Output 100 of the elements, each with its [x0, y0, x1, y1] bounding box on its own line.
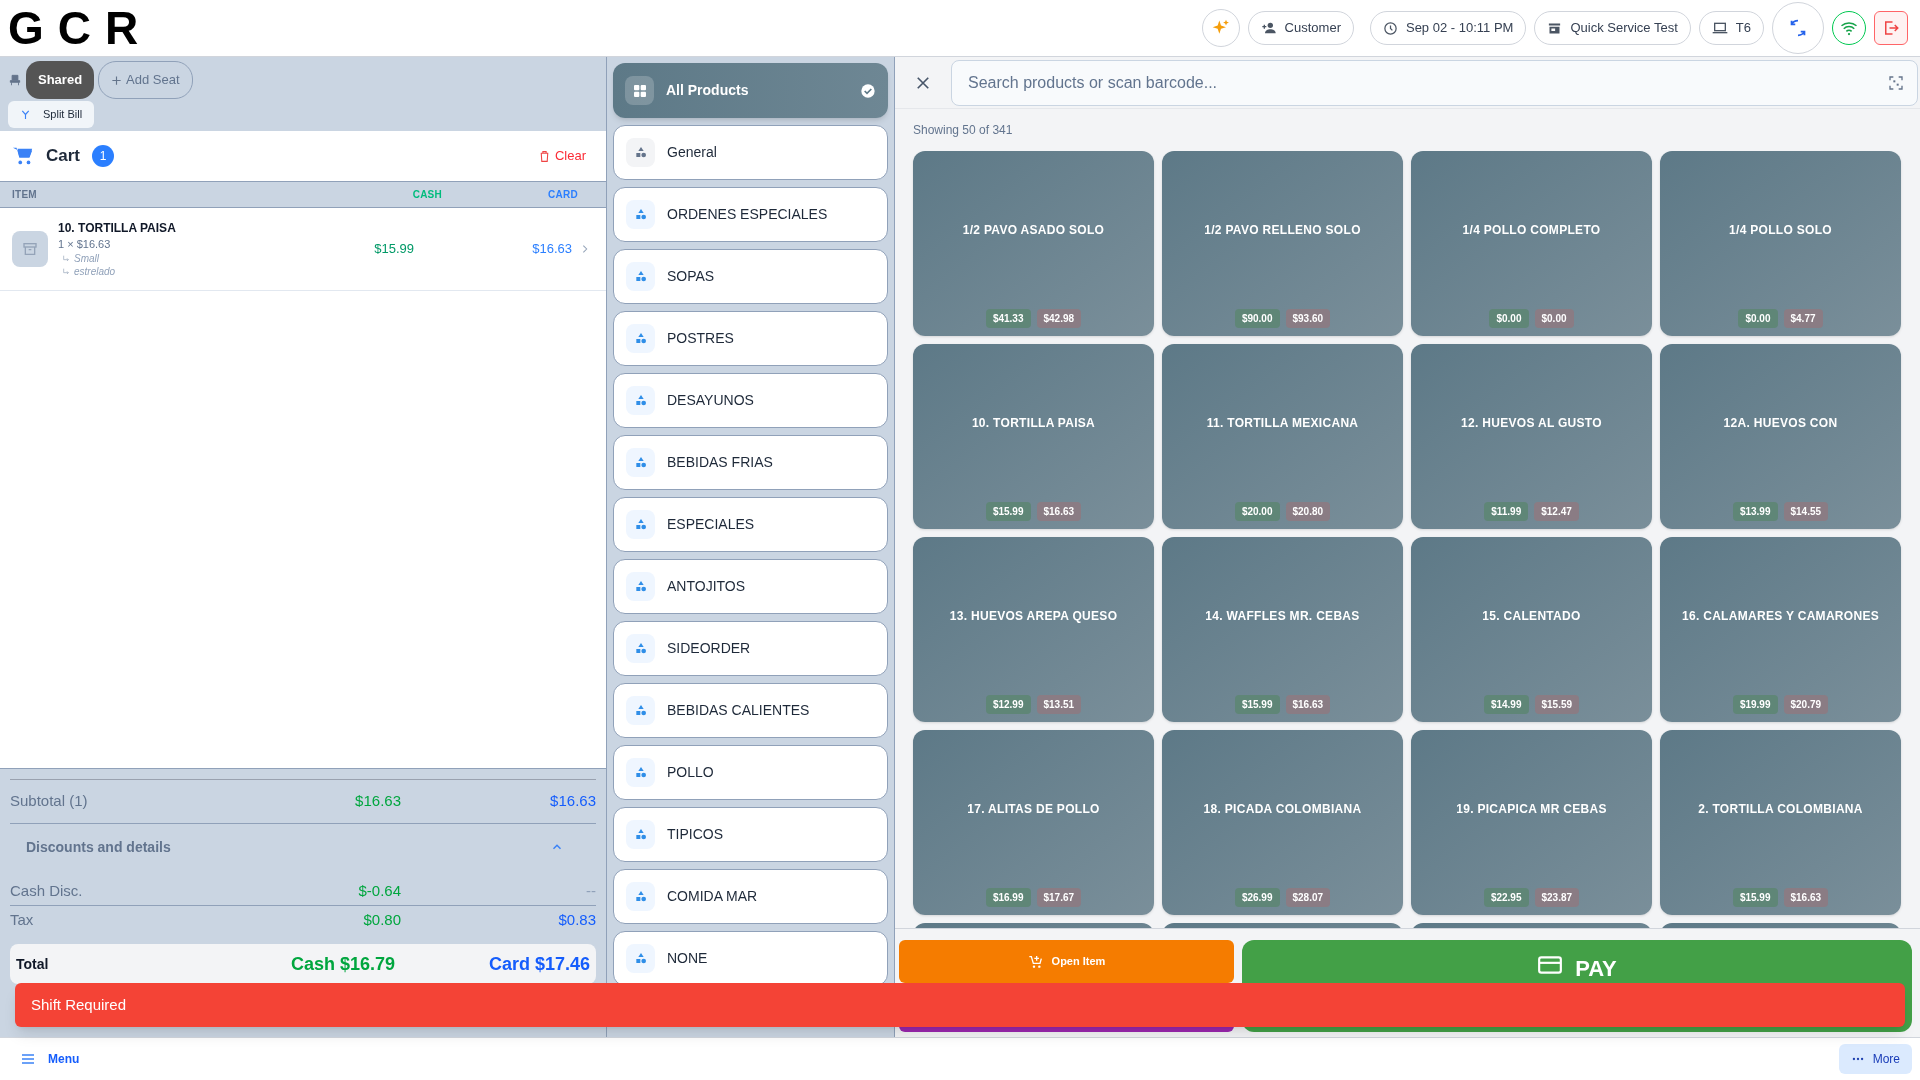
card-price: $42.98 — [1036, 309, 1082, 328]
split-icon — [20, 109, 31, 120]
customer-button[interactable]: Customer — [1247, 11, 1354, 45]
card-price: $4.77 — [1783, 309, 1823, 328]
card-price: $93.60 — [1285, 309, 1331, 328]
refresh-button[interactable] — [1772, 2, 1824, 54]
category-button[interactable]: BEBIDAS CALIENTES — [613, 683, 888, 738]
seat-tab[interactable]: Shared — [26, 61, 95, 99]
open-item-button[interactable]: Open Item — [899, 940, 1234, 983]
product-card[interactable]: 10. TORTILLA PAISA $15.99 $16.63 — [913, 344, 1154, 529]
showing-count: Showing 50 of 341 — [912, 122, 1014, 139]
wifi-icon — [1840, 19, 1858, 37]
card-price: $12.47 — [1534, 502, 1579, 521]
card-price: $13.51 — [1036, 695, 1082, 714]
card-price: $20.80 — [1285, 502, 1331, 521]
cash-price: $15.99 — [985, 502, 1031, 521]
product-card[interactable]: 12. HUEVOS AL GUSTO $11.99 $12.47 — [1411, 344, 1652, 529]
category-button[interactable]: ORDENES ESPECIALES — [613, 187, 888, 242]
tax-label: Tax — [10, 909, 35, 930]
cash-price: $11.99 — [1484, 502, 1529, 521]
more-button[interactable]: More — [1838, 1044, 1912, 1074]
category-button[interactable]: All Products — [613, 63, 888, 118]
product-card[interactable]: 17. ALITAS DE POLLO $16.99 $17.67 — [913, 730, 1154, 915]
logout-button[interactable] — [1874, 11, 1908, 45]
product-card[interactable]: 18. PICADA COLOMBIANA $26.99 $28.07 — [1162, 730, 1403, 915]
cart-title: Cart — [46, 145, 80, 168]
card-price: $23.87 — [1534, 888, 1580, 907]
cash-price: $15.99 — [1732, 888, 1778, 907]
category-button[interactable]: ESPECIALES — [613, 497, 888, 552]
item-name: 10. TORTILLA PAISA — [58, 220, 177, 236]
menu-button[interactable]: Menu — [20, 1050, 80, 1068]
seat-icon — [8, 73, 22, 87]
category-button[interactable]: General — [613, 125, 888, 180]
cash-price: $20.00 — [1234, 502, 1280, 521]
plus-icon — [111, 74, 123, 86]
product-card[interactable]: 1/4 POLLO SOLO $0.00 $4.77 — [1660, 151, 1901, 336]
clear-button[interactable]: Clear — [537, 146, 586, 166]
category-button[interactable]: POLLO — [613, 745, 888, 800]
discounts-toggle[interactable]: Discounts and details — [10, 824, 596, 870]
wifi-button[interactable] — [1832, 11, 1866, 45]
item-modifier: estrelado — [74, 265, 116, 278]
product-card[interactable]: 1/2 PAVO ASADO SOLO $41.33 $42.98 — [913, 151, 1154, 336]
cash-price: $19.99 — [1732, 695, 1778, 714]
product-card[interactable]: 14. WAFFLES MR. CEBAS $15.99 $16.63 — [1162, 537, 1403, 722]
column-header: CARD — [547, 188, 579, 202]
mode-button[interactable]: Quick Service Test — [1534, 11, 1691, 45]
cash-price: $90.00 — [1234, 309, 1280, 328]
product-card[interactable]: 15. CALENTADO $14.99 $15.59 — [1411, 537, 1652, 722]
cash-price: $22.95 — [1483, 888, 1529, 907]
terminal-button[interactable]: T6 — [1698, 11, 1764, 45]
category-button[interactable]: TIPICOS — [613, 807, 888, 862]
split-bill-button[interactable]: Split Bill — [8, 101, 95, 128]
category-button[interactable]: DESAYUNOS — [613, 373, 888, 428]
tax-card-amount: $0.83 — [557, 909, 596, 930]
shift-required-toast: Shift Required — [15, 983, 1905, 1027]
subitem-arrow-icon — [62, 254, 70, 263]
total-cash-amount: Cash $16.79 — [289, 952, 395, 976]
chevron-right-icon — [580, 244, 590, 254]
menu-icon — [20, 1051, 36, 1067]
card-price: $0.00 — [1534, 309, 1574, 328]
product-card[interactable]: 11. TORTILLA MEXICANA $20.00 $20.80 — [1162, 344, 1403, 529]
category-button[interactable]: POSTRES — [613, 311, 888, 366]
logo: GCR — [8, 5, 153, 51]
cash-price: $16.99 — [985, 888, 1031, 907]
datetime-button[interactable]: Sep 02 - 10:11 PM — [1369, 11, 1527, 45]
category-button[interactable]: SOPAS — [613, 249, 888, 304]
product-card[interactable]: 1/4 POLLO COMPLETO $0.00 $0.00 — [1411, 151, 1652, 336]
item-cash-price: $15.99 — [373, 240, 414, 259]
category-button[interactable]: ANTOJITOS — [613, 559, 888, 614]
product-card[interactable]: 2. TORTILLA COLOMBIANA $15.99 $16.63 — [1660, 730, 1901, 915]
cash-price: $0.00 — [1738, 309, 1778, 328]
column-header: CASH — [411, 188, 442, 202]
card-price: $16.63 — [1285, 695, 1331, 714]
category-button[interactable]: NONE — [613, 931, 888, 986]
item-quantity: 1 × $16.63 — [58, 237, 112, 252]
cart-count-badge: 1 — [92, 145, 114, 167]
cash-price: $13.99 — [1732, 502, 1778, 521]
product-card[interactable]: 16. CALAMARES Y CAMARONES $19.99 $20.79 — [1660, 537, 1901, 722]
category-button[interactable]: SIDEORDER — [613, 621, 888, 676]
product-card[interactable]: 12A. HUEVOS CON $13.99 $14.55 — [1660, 344, 1901, 529]
category-button[interactable]: COMIDA MAR — [613, 869, 888, 924]
total-label: Total — [16, 954, 50, 974]
card-price: $15.59 — [1534, 695, 1580, 714]
product-card[interactable]: 19. PICAPICA MR CEBAS $22.95 $23.87 — [1411, 730, 1652, 915]
card-price: $17.67 — [1036, 888, 1082, 907]
add-seat-button[interactable]: Add Seat — [98, 61, 193, 99]
discount-cash-amount: $-0.64 — [357, 881, 401, 902]
item-modifier: Small — [74, 252, 99, 265]
clock-icon — [1382, 20, 1398, 36]
search-field[interactable]: Search products or scan barcode... — [951, 59, 1918, 106]
product-card[interactable]: 1/2 PAVO RELLENO SOLO $90.00 $93.60 — [1162, 151, 1403, 336]
cash-price: $14.99 — [1483, 695, 1529, 714]
cash-price: $15.99 — [1234, 695, 1280, 714]
category-button[interactable]: BEBIDAS FRIAS — [613, 435, 888, 490]
check-circle-icon — [860, 82, 876, 99]
subtotal-cash-amount: $16.63 — [354, 791, 401, 812]
product-card[interactable]: 13. HUEVOS AREPA QUESO $12.99 $13.51 — [913, 537, 1154, 722]
cash-price: $26.99 — [1234, 888, 1280, 907]
cash-price: $41.33 — [985, 309, 1031, 328]
assistant-button[interactable] — [1201, 9, 1240, 47]
